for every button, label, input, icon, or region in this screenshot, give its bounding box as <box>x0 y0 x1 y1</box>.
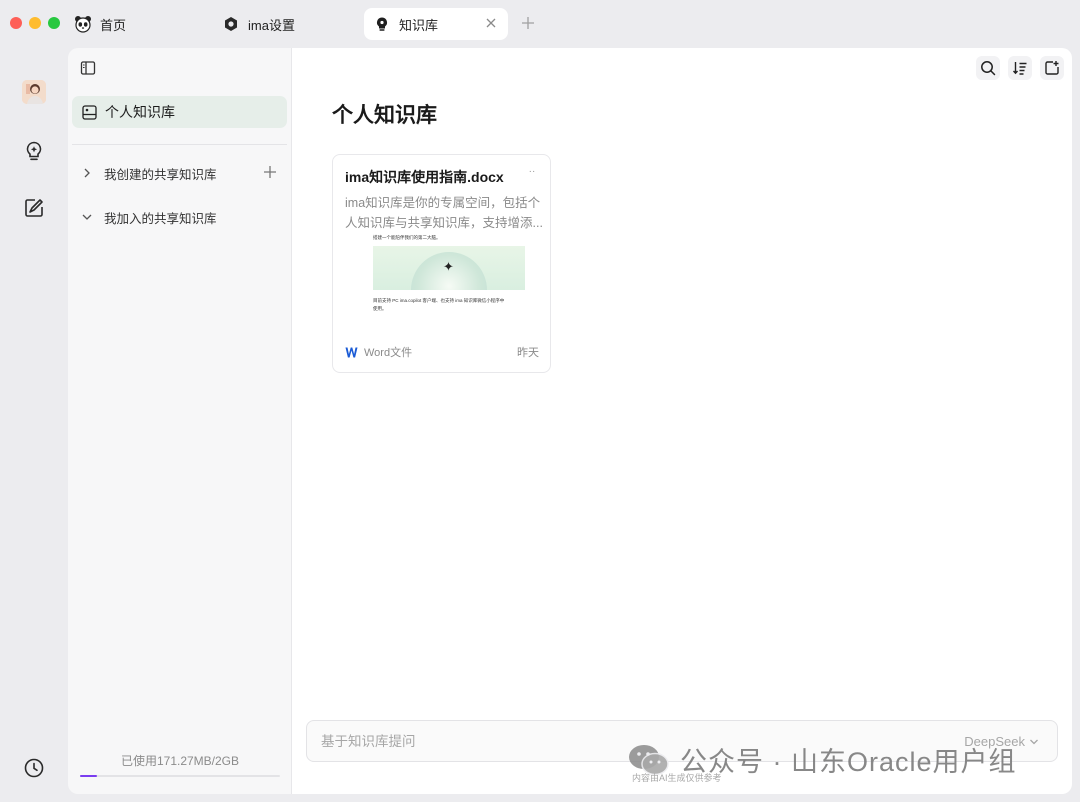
sidebar-item-personal-kb[interactable]: 个人知识库 <box>72 96 287 128</box>
sidebar-item-label: 个人知识库 <box>105 104 175 120</box>
preview-text: 搭建一个能陪伴我们的第二大脑。 <box>373 235 441 240</box>
tab-home-label: 首页 <box>100 17 127 33</box>
card-footer: Word文件 昨天 <box>345 344 539 360</box>
page-title: 个人知识库 <box>332 104 437 127</box>
close-icon[interactable] <box>484 16 498 30</box>
sidebar-group-label: 我加入的共享知识库 <box>104 211 217 226</box>
card-description-line: ima知识库是你的专属空间，包括个 <box>345 196 541 210</box>
history-clock-icon <box>24 758 44 778</box>
preview-image: ✦ <box>373 246 525 290</box>
watermark-text: 公众号 · 山东Oracle用户组 <box>680 747 1017 777</box>
new-tab-button[interactable] <box>518 13 538 33</box>
ai-generated-note: 内容由AI生成仅供参考 <box>632 773 722 783</box>
panda-icon <box>74 15 92 33</box>
rail-history-button[interactable] <box>22 756 46 780</box>
tab-home[interactable]: 首页 <box>74 8 126 40</box>
preview-text: 目前支持 PC ima.copilot 客户端、也支持 ima 知识库微信小程序… <box>373 298 505 303</box>
main-panel: 个人知识库 ima知识库使用指南.docx ·· ima知识库是你的专属空间，包… <box>292 48 1072 794</box>
add-knowledge-button[interactable] <box>1040 56 1064 80</box>
tab-settings-label: ima设置 <box>248 17 295 33</box>
word-file-icon <box>345 346 358 359</box>
window-minimize-button[interactable] <box>29 17 41 29</box>
settings-icon <box>222 15 240 33</box>
add-file-icon <box>1045 61 1059 75</box>
document-preview: 搭建一个能陪伴我们的第二大脑。 ✦ 目前支持 PC ima.copilot 客户… <box>373 235 528 329</box>
card-description: ima知识库是你的专属空间，包括个 人知识库与共享知识库，支持增添... <box>345 193 543 233</box>
preview-text: 使用。 <box>373 306 387 311</box>
sidebar-divider <box>72 144 287 145</box>
note-edit-icon <box>25 199 43 217</box>
knowledge-bulb-icon <box>373 15 391 33</box>
sidebar-toggle-icon[interactable] <box>80 60 96 76</box>
rail-notes-button[interactable] <box>22 196 46 220</box>
storage-usage-fill <box>80 775 97 777</box>
document-card[interactable]: ima知识库使用指南.docx ·· ima知识库是你的专属空间，包括个 人知识… <box>332 154 551 373</box>
title-bar: 首页 ima设置 知识库 <box>0 0 1080 46</box>
sparkle-icon: ✦ <box>443 259 454 274</box>
personal-kb-icon <box>82 104 97 120</box>
sort-button[interactable] <box>1008 56 1032 80</box>
sidebar: 个人知识库 我创建的共享知识库 我加入的共享知识库 已使用171.27MB/2G… <box>68 48 292 794</box>
storage-usage-bar <box>80 775 280 777</box>
card-description-line: 人知识库与共享知识库，支持增添... <box>345 216 543 230</box>
search-icon <box>981 61 996 76</box>
sidebar-group-joined-shared[interactable]: 我加入的共享知识库 <box>80 207 217 227</box>
tab-knowledge-base[interactable]: 知识库 <box>364 8 508 40</box>
sidebar-group-created-shared[interactable]: 我创建的共享知识库 <box>80 163 217 183</box>
chevron-down-icon <box>1029 737 1039 747</box>
chevron-right-icon <box>80 166 94 180</box>
window-close-button[interactable] <box>10 17 22 29</box>
rail-knowledge-button[interactable] <box>22 139 46 163</box>
file-type-label: Word文件 <box>364 347 413 359</box>
storage-usage-text: 已使用171.27MB/2GB <box>120 754 240 768</box>
tab-settings[interactable]: ima设置 <box>222 8 295 40</box>
sidebar-group-label: 我创建的共享知识库 <box>104 167 217 182</box>
knowledge-bulb-icon <box>26 141 42 161</box>
modified-time: 昨天 <box>517 347 539 359</box>
add-shared-kb-button[interactable] <box>262 164 278 180</box>
card-title: ima知识库使用指南.docx <box>345 169 504 185</box>
tab-knowledge-base-label: 知识库 <box>399 17 439 33</box>
more-options-icon[interactable]: ·· <box>524 167 540 181</box>
chevron-down-icon <box>80 210 94 224</box>
avatar[interactable] <box>22 80 46 104</box>
sort-icon <box>1012 62 1027 75</box>
search-button[interactable] <box>976 56 1000 80</box>
window-maximize-button[interactable] <box>48 17 60 29</box>
